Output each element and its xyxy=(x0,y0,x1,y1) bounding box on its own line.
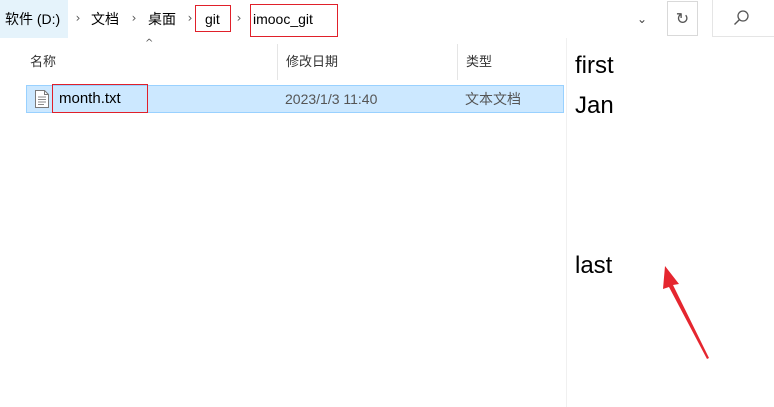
chevron-down-icon[interactable]: ⌄ xyxy=(628,4,656,34)
breadcrumb-desktop[interactable]: 桌面 xyxy=(148,0,176,38)
annotation-box xyxy=(52,84,148,113)
column-header-name[interactable]: 名称 xyxy=(22,44,56,80)
red-arrow-icon xyxy=(663,266,709,359)
preview-line: first xyxy=(575,52,614,79)
file-modified-date: 2023/1/3 11:40 xyxy=(285,91,378,107)
text-file-icon xyxy=(35,90,49,108)
breadcrumb-documents[interactable]: 文档 xyxy=(91,0,119,38)
preview-line: Jan xyxy=(575,92,614,119)
file-type: 文本文档 xyxy=(465,91,521,107)
column-header-modified[interactable]: 修改日期 xyxy=(278,44,338,80)
preview-line: last xyxy=(575,252,613,279)
search-icon xyxy=(734,10,749,25)
breadcrumb-drive[interactable]: 软件 (D:) xyxy=(0,0,68,38)
column-header-row: 名称 修改日期 类型 xyxy=(0,44,566,80)
breadcrumb-separator-icon[interactable]: › xyxy=(233,0,245,38)
annotation-box xyxy=(250,4,338,37)
address-bar[interactable]: 软件 (D:) › 文档 › 桌面 › git › imooc_git ⌄ xyxy=(0,0,700,38)
breadcrumb-separator-icon[interactable]: › xyxy=(72,0,84,38)
column-header-type[interactable]: 类型 xyxy=(458,44,492,80)
annotation-box xyxy=(195,5,231,32)
breadcrumb-separator-icon[interactable]: › xyxy=(128,0,140,38)
search-input[interactable] xyxy=(712,0,774,37)
refresh-button[interactable]: ↻ xyxy=(667,1,698,36)
refresh-icon: ↻ xyxy=(675,9,690,28)
sort-ascending-icon: ^ xyxy=(145,38,154,49)
